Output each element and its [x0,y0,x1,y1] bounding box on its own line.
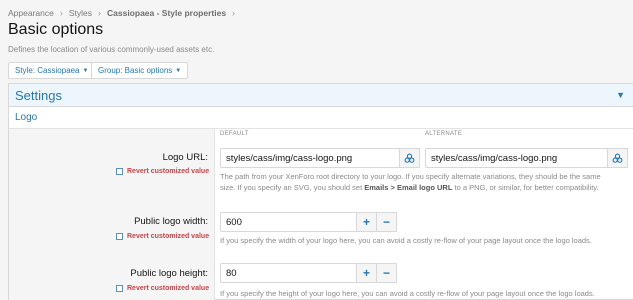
group-filter-label: Group: Basic options [98,66,173,75]
logo-url-hint-2c: to a PNG, or similar, for better compati… [452,182,599,192]
logo-width-label: Public logo width: [134,216,208,227]
breadcrumb-separator: › [232,8,236,18]
caret-down-icon: ▼ [82,67,89,74]
settings-title: Settings [15,87,62,103]
logo-url-hint-line2: size. If you specify an SVG, you should … [220,183,633,194]
form-body: DEFAULT ALTERNATE Logo URL: Revert custo… [9,129,633,300]
breadcrumb-appearance[interactable]: Appearance [8,8,54,18]
logo-url-default-input[interactable]: styles/cass/img/cass-logo.png [220,148,403,168]
collapse-caret-icon[interactable]: ▼ [616,90,625,100]
breadcrumb-style-properties[interactable]: Cassiopaea - Style properties [107,8,226,18]
increment-button[interactable]: + [356,263,377,283]
logo-width-revert[interactable]: Revert customized value [116,233,209,240]
logo-url-hint-2a: size. If you specify an SVG, you should … [220,182,365,192]
revert-checkbox[interactable] [116,285,123,292]
logo-height-hint: If you specify the height of your logo h… [220,289,595,298]
revert-label: Revert customized value [127,285,210,292]
revert-checkbox[interactable] [116,233,123,240]
default-column-head: DEFAULT [220,131,249,137]
logo-section-title: Logo [9,107,633,129]
logo-width-hint: If you specify the width of your logo he… [220,236,592,245]
decrement-button[interactable]: − [376,212,397,232]
breadcrumb-separator: › [98,8,101,18]
page-description: Defines the location of various commonly… [8,45,215,54]
logo-url-revert[interactable]: Revert customized value [116,168,209,175]
decrement-button[interactable]: − [376,263,397,283]
settings-panel: Settings ▼ Logo DEFAULT ALTERNATE Logo U… [8,83,633,300]
page-title: Basic options [8,21,104,38]
group-filter-button[interactable]: Group: Basic options ▼ [91,62,189,79]
logo-height-revert[interactable]: Revert customized value [116,285,209,292]
logo-url-hint: The path from your XenForo root director… [220,172,633,193]
caret-down-icon: ▼ [175,67,182,74]
style-filter-button[interactable]: Style: Cassiopaea ▼ [8,62,96,79]
breadcrumb: Appearance › Styles › Cassiopaea - Style… [8,8,241,18]
logo-width-input[interactable]: 600 [220,212,360,232]
breadcrumb-separator: › [59,8,63,18]
logo-height-input[interactable]: 80 [220,263,360,283]
revert-checkbox[interactable] [116,168,123,175]
increment-button[interactable]: + [356,212,377,232]
settings-header[interactable]: Settings ▼ [9,84,633,107]
style-filter-label: Style: Cassiopaea [15,66,80,75]
logo-url-label: Logo URL: [162,152,208,163]
breadcrumb-styles[interactable]: Styles [69,8,92,18]
logo-height-label: Public logo height: [130,268,208,279]
revert-label: Revert customized value [127,233,210,240]
logo-url-alternate-input[interactable]: styles/cass/img/cass-logo.png [425,148,615,168]
logo-url-hint-line1: The path from your XenForo root director… [220,172,601,181]
palette-icon[interactable] [607,148,628,168]
alternate-column-head: ALTERNATE [425,131,463,137]
revert-label: Revert customized value [127,168,210,175]
palette-icon[interactable] [399,148,420,168]
logo-url-hint-2b: Emails > Email logo URL [364,182,453,192]
